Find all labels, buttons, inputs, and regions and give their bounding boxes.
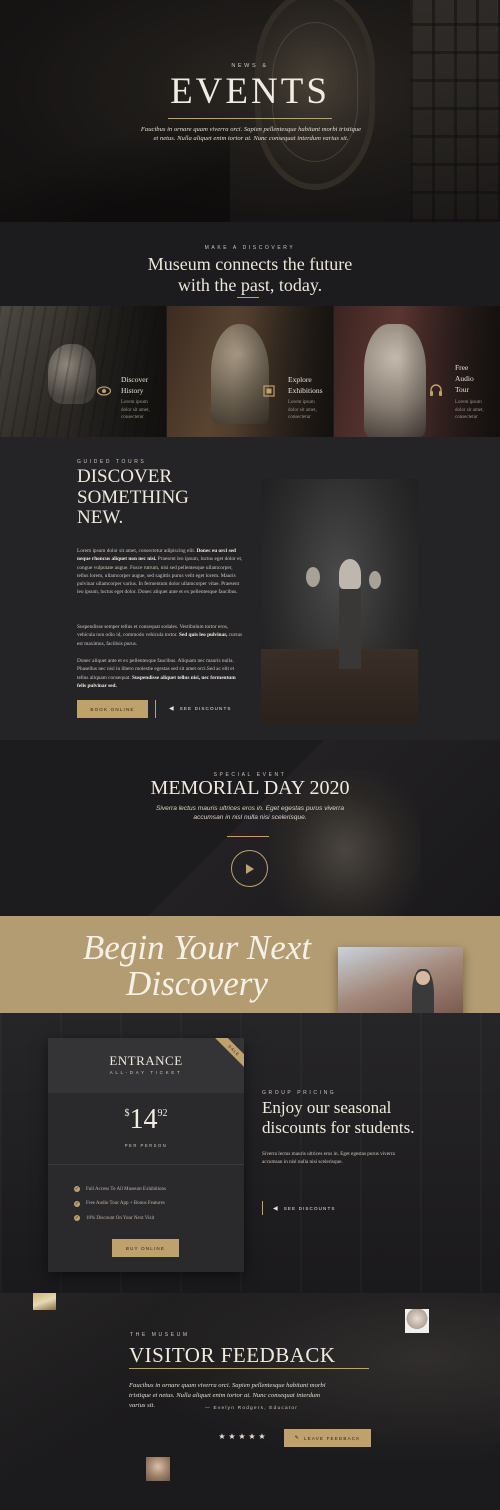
tile-title: Discover History [121, 375, 149, 395]
memorial-subtitle: Siverra lectus mauris ultrices eros in. … [156, 805, 344, 821]
star-icon: ★ [228, 1432, 236, 1441]
tile-discover-history[interactable]: Discover History Lorem ipsum dolor sit ame… [0, 306, 166, 437]
ticket-price: $1492 [124, 1104, 168, 1135]
discovery-banner: Begin Your Next Discovery [0, 916, 500, 1031]
star-icon: ★ [218, 1432, 226, 1441]
play-icon [245, 863, 254, 874]
intro-section: Make a Discovery Museum connects the fut… [0, 222, 500, 306]
hero-title: EVENTS [170, 71, 330, 112]
gallery-image [261, 479, 418, 724]
memorial-section: Special Event MEMORIAL DAY 2020 Siverra … [0, 740, 500, 916]
reviewer-avatar-3 [146, 1457, 170, 1481]
ticket-features: ✓ Full Access To All Museum Exhibitions … [74, 1182, 166, 1226]
tile-audio-tour[interactable]: Free Audio Tour Lorem ipsum dolor sit amet,… [334, 306, 500, 437]
eye-icon [97, 386, 111, 396]
discover-paragraph-3: Donec aliquet ante et ex pellentesque fa… [77, 658, 236, 689]
ticket-card: Sale ENTRANCE All-Day Ticket $1492 Per P… [48, 1038, 244, 1272]
tile-title: Free Audio Tour [455, 363, 474, 394]
discover-eyebrow: Guided Tours [77, 459, 147, 465]
ticket-title: ENTRANCE [109, 1053, 183, 1068]
star-icon: ★ [238, 1432, 246, 1441]
pencil-icon: ✎ [294, 1435, 300, 1441]
feedback-section: The Museum VISITOR FEEDBACK Faucibus in … [0, 1293, 500, 1510]
tile-text: Lorem ipsum dolor sit amet, consectetur [455, 400, 484, 420]
star-icon: ★ [248, 1432, 256, 1441]
feature-item: ✓ Free Audio Tour App + Bonus Features [74, 1200, 165, 1207]
volume-icon: ◀ [169, 706, 175, 712]
see-discounts-link[interactable]: ◀ See Discounts [169, 705, 232, 712]
group-see-discounts-link[interactable]: ◀ See Discounts [273, 1205, 336, 1212]
check-icon: ✓ [74, 1186, 80, 1193]
leave-feedback-button[interactable]: ✎ Leave Feedback [284, 1429, 371, 1447]
hero-divider [168, 118, 332, 119]
headphones-icon [430, 384, 442, 396]
feedback-title: VISITOR FEEDBACK [129, 1343, 336, 1367]
hero-section: News & EVENTS Faucibus in ornare quam vi… [0, 0, 500, 222]
group-text: Siverra lectus mauris ultrices eros in. … [262, 1151, 395, 1165]
intro-heading: Museum connects the future with the past… [147, 254, 353, 295]
hero-subtitle: Faucibus in ornare quam viverra orci. Sa… [140, 126, 362, 142]
volume-icon: ◀ [273, 1206, 279, 1212]
check-icon: ✓ [74, 1215, 80, 1222]
ticket-per: Per Person [124, 1143, 168, 1148]
intro-eyebrow: Make a Discovery [204, 245, 296, 251]
reviewer-avatar-1 [33, 1293, 56, 1310]
frame-icon [263, 385, 275, 397]
rating-stars: ★ ★ ★ ★ ★ [218, 1432, 266, 1441]
reviewer-avatar-2 [405, 1309, 429, 1333]
group-heading: Enjoy our seasonal discounts for student… [262, 1098, 415, 1137]
tile-title: Explore Exhibitions [288, 375, 323, 395]
feedback-eyebrow: The Museum [130, 1332, 190, 1338]
discover-paragraph-2: Suspendisse semper tellus et consequat s… [77, 624, 243, 647]
ticket-subtitle: All-Day Ticket [109, 1070, 183, 1075]
discover-heading: DISCOVER SOMETHING NEW. [77, 466, 189, 528]
tile-text: Lorem ipsum dolor sit amet, consectetur [121, 400, 150, 420]
feedback-author: — Evelyn Rodgers, Educator [205, 1406, 299, 1411]
tile-text: Lorem ipsum dolor sit amet, consectetur [288, 400, 317, 420]
discover-paragraph-1: Lorem ipsum dolor sit amet, consectetur … [77, 548, 243, 596]
memorial-title: MEMORIAL DAY 2020 [150, 777, 350, 799]
tile-explore-exhibitions[interactable]: Explore Exhibitions Lorem ipsum dolor sit … [167, 306, 333, 437]
play-button[interactable] [231, 850, 268, 887]
group-eyebrow: Group Pricing [262, 1090, 337, 1096]
feature-item: ✓ Full Access To All Museum Exhibitions [74, 1186, 166, 1193]
check-icon: ✓ [74, 1200, 80, 1207]
banner-title: Begin Your Next Discovery [82, 928, 312, 1003]
feature-item: ✓ 10% Discount On Your Next Visit [74, 1215, 155, 1222]
book-online-button[interactable]: Book Online [77, 700, 148, 718]
buy-online-button[interactable]: Buy Online [112, 1239, 179, 1257]
discover-section: Guided Tours DISCOVER SOMETHING NEW. Lor… [0, 437, 500, 740]
star-icon: ★ [258, 1432, 266, 1441]
hero-eyebrow: News & [231, 63, 269, 69]
